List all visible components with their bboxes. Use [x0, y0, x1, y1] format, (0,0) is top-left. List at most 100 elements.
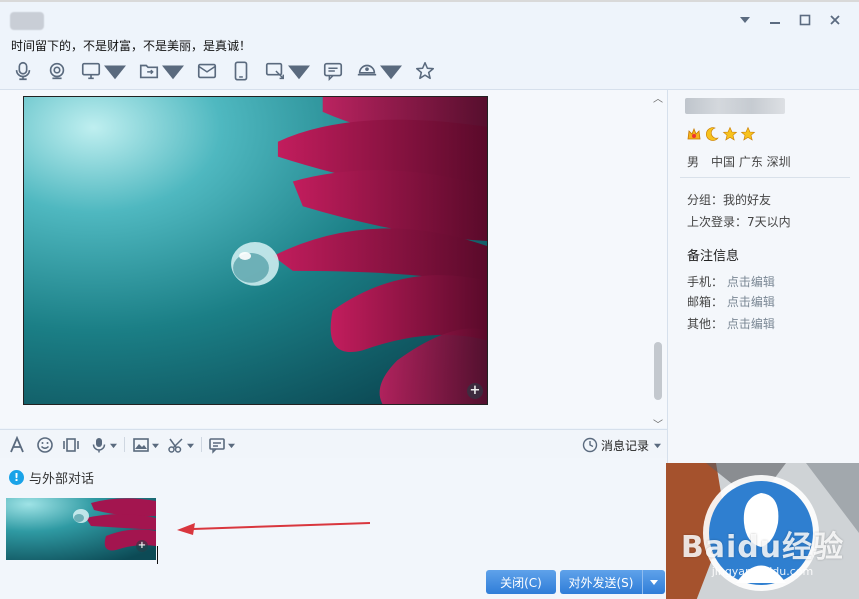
caret-down-icon [654, 443, 661, 448]
message-board-icon [323, 62, 343, 82]
chat-window: 时间留下的，不是财富，不是美丽，是真诚！ + ︿ ﹀ 消息记录 ! 与外部对话 … [0, 0, 859, 599]
emoji-icon [37, 437, 53, 453]
clock-icon [582, 437, 598, 453]
notice-text: 与外部对话 [29, 472, 95, 487]
favorite-star-icon [415, 61, 435, 80]
crown-level-icon [687, 127, 701, 140]
email-icon [197, 63, 217, 79]
zoom-icon[interactable]: + [136, 540, 148, 552]
minimize-button[interactable] [763, 10, 787, 30]
note-email-label: 邮箱： [687, 295, 724, 309]
voice-call-button[interactable] [8, 59, 38, 83]
close-button[interactable]: 关闭(C) [486, 570, 556, 594]
apps-icon [357, 64, 377, 76]
caret-down-icon [187, 443, 194, 448]
send-button[interactable]: 对外发送(S) [560, 570, 642, 594]
scroll-down-icon[interactable]: ﹀ [651, 416, 665, 431]
file-transfer-icon [139, 64, 159, 79]
minimize-icon [770, 22, 780, 24]
notes-section-title: 备注信息 [687, 249, 740, 264]
scroll-up-icon[interactable]: ︿ [651, 90, 665, 105]
favorite-button[interactable] [410, 59, 440, 83]
quick-reply-icon [209, 438, 225, 454]
emoji-button[interactable] [36, 434, 54, 456]
screen-share-icon [81, 62, 101, 80]
shake-window-icon [63, 438, 79, 452]
video-call-icon [49, 62, 65, 80]
note-other-row: 其他： 点击编辑 [687, 315, 775, 332]
title-bar: 时间留下的，不是财富，不是美丽，是真诚！ [0, 2, 859, 90]
screen-share-button[interactable] [76, 59, 130, 83]
text-cursor [157, 546, 158, 564]
note-other-label: 其他： [687, 317, 724, 331]
moon-level-icon [705, 127, 719, 141]
level-badges [686, 126, 756, 142]
profile-last-login: 上次登录：7天以内 [687, 215, 791, 229]
message-scrollbar[interactable]: ︿ ﹀ [651, 90, 665, 431]
zoom-icon[interactable]: + [467, 383, 483, 399]
profile-gender: 男 [687, 155, 700, 169]
external-chat-notice: ! 与外部对话 [9, 468, 94, 487]
video-call-button[interactable] [42, 59, 72, 83]
scissors-icon [168, 438, 183, 453]
profile-divider [680, 177, 850, 178]
message-history-area: + ︿ ﹀ [0, 90, 667, 431]
profile-basic-info: 男 中国 广东 深圳 [687, 153, 791, 170]
contact-name-blurred [10, 12, 44, 30]
remote-assist-icon [265, 62, 284, 80]
send-options-button[interactable] [642, 570, 665, 594]
remote-assist-button[interactable] [260, 59, 314, 83]
email-button[interactable] [192, 59, 222, 83]
contact-signature: 时间留下的，不是财富，不是美丽，是真诚！ [11, 39, 252, 53]
note-email-edit-link[interactable]: 点击编辑 [727, 295, 775, 309]
caret-down-icon [228, 443, 235, 448]
pasted-image-thumbnail[interactable]: + [6, 498, 156, 560]
message-input-area[interactable]: ! 与外部对话 + 关闭(C) 对外发送(S) [0, 458, 667, 599]
apps-button[interactable] [352, 59, 406, 83]
microphone-icon [15, 61, 31, 81]
watermark-url: jingyan.baidu.com [711, 565, 814, 578]
note-phone-label: 手机： [687, 275, 724, 289]
caret-down-icon [104, 65, 126, 80]
maximize-button[interactable] [793, 10, 817, 30]
image-button[interactable] [132, 434, 159, 456]
chat-toolbar [8, 59, 440, 83]
note-other-edit-link[interactable]: 点击编辑 [727, 317, 775, 331]
scrollbar-thumb[interactable] [654, 342, 662, 400]
voice-message-button[interactable] [90, 434, 117, 456]
caret-down-icon [380, 65, 402, 80]
dropdown-menu-button[interactable] [733, 10, 757, 30]
profile-location: 中国 广东 深圳 [711, 155, 791, 169]
toolbar-divider [201, 437, 202, 452]
image-icon [133, 438, 149, 452]
info-icon: ! [9, 470, 24, 485]
file-transfer-button[interactable] [134, 59, 188, 83]
input-toolbar: 消息记录 [0, 429, 667, 458]
flower-waterdrop-photo [24, 97, 487, 404]
caret-down-icon [740, 17, 750, 23]
screenshot-button[interactable] [167, 434, 194, 456]
sent-image-message[interactable]: + [23, 96, 488, 405]
caret-down-icon [288, 65, 310, 80]
toolbar-divider [124, 437, 125, 452]
shake-button[interactable] [62, 434, 80, 456]
watermark-logo: Baidu经验 [680, 530, 845, 565]
window-controls [733, 10, 847, 30]
message-history-button[interactable]: 消息记录 [582, 435, 661, 455]
message-history-label: 消息记录 [600, 438, 649, 453]
caret-down-icon [152, 443, 159, 448]
message-board-button[interactable] [318, 59, 348, 83]
note-email-row: 邮箱： 点击编辑 [687, 293, 775, 310]
note-phone-edit-link[interactable]: 点击编辑 [727, 275, 775, 289]
mobile-icon [234, 61, 248, 81]
close-window-button[interactable] [823, 10, 847, 30]
font-button[interactable] [8, 434, 26, 456]
maximize-icon [799, 14, 811, 26]
note-phone-row: 手机： 点击编辑 [687, 273, 775, 290]
contact-nickname-blurred [685, 98, 785, 114]
contact-profile-panel: 男 中国 广东 深圳 分组：我的好友 上次登录：7天以内 备注信息 手机： 点击… [667, 90, 859, 463]
quick-reply-button[interactable] [208, 434, 235, 456]
close-icon [830, 15, 840, 25]
mobile-button[interactable] [226, 59, 256, 83]
annotation-arrow [177, 522, 370, 535]
